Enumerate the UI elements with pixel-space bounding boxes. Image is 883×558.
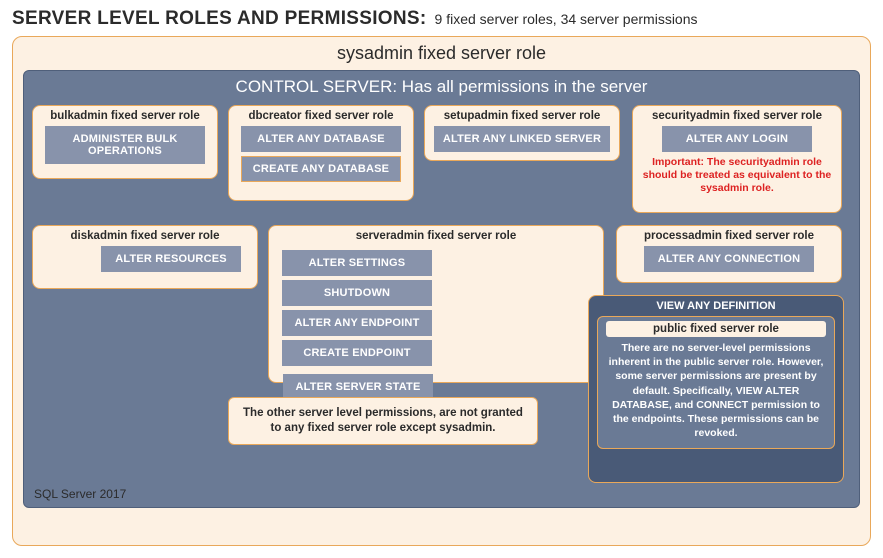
role-diskadmin: diskadmin fixed server role ALTER RESOUR… xyxy=(32,225,258,289)
role-bulkadmin: bulkadmin fixed server role ADMINISTER B… xyxy=(32,105,218,179)
role-securityadmin-title: securityadmin fixed server role xyxy=(641,110,833,122)
view-any-definition-container: VIEW ANY DEFINITION public fixed server … xyxy=(588,295,844,483)
footer-version: SQL Server 2017 xyxy=(34,487,126,501)
role-processadmin-title: processadmin fixed server role xyxy=(625,230,833,242)
perm-alter-any-linked-server: ALTER ANY LINKED SERVER xyxy=(434,126,610,152)
role-setupadmin: setupadmin fixed server role ALTER ANY L… xyxy=(424,105,620,161)
role-dbcreator: dbcreator fixed server role ALTER ANY DA… xyxy=(228,105,414,201)
role-diskadmin-title: diskadmin fixed server role xyxy=(41,230,249,242)
page-title: SERVER LEVEL ROLES AND PERMISSIONS: xyxy=(12,8,427,30)
perm-alter-any-endpoint: ALTER ANY ENDPOINT xyxy=(282,310,432,336)
perm-alter-any-database: ALTER ANY DATABASE xyxy=(241,126,401,152)
perm-shutdown: SHUTDOWN xyxy=(282,280,432,306)
perm-administer-bulk-operations: ADMINISTER BULK OPERATIONS xyxy=(45,126,205,164)
role-public: public fixed server role There are no se… xyxy=(597,316,835,449)
perm-alter-any-login: ALTER ANY LOGIN xyxy=(662,126,812,152)
role-processadmin: processadmin fixed server role ALTER ANY… xyxy=(616,225,842,283)
role-serveradmin-title: serveradmin fixed server role xyxy=(277,230,595,242)
perm-alter-settings: ALTER SETTINGS xyxy=(282,250,432,276)
page-subtitle: 9 fixed server roles, 34 server permissi… xyxy=(435,11,698,27)
perm-alter-any-connection: ALTER ANY CONNECTION xyxy=(644,246,814,272)
sysadmin-role-container: sysadmin fixed server role CONTROL SERVE… xyxy=(12,36,871,546)
sysadmin-title: sysadmin fixed server role xyxy=(23,43,860,64)
role-setupadmin-title: setupadmin fixed server role xyxy=(433,110,611,122)
role-securityadmin: securityadmin fixed server role ALTER AN… xyxy=(632,105,842,213)
view-any-definition-title: VIEW ANY DEFINITION xyxy=(597,300,835,312)
role-serveradmin: serveradmin fixed server role ALTER SETT… xyxy=(268,225,604,383)
securityadmin-warning: Important: The securityadmin role should… xyxy=(641,156,833,195)
control-server-title: CONTROL SERVER: Has all permissions in t… xyxy=(32,77,851,97)
page-header: SERVER LEVEL ROLES AND PERMISSIONS: 9 fi… xyxy=(12,8,871,30)
role-public-title: public fixed server role xyxy=(606,321,826,337)
perm-create-any-database: CREATE ANY DATABASE xyxy=(241,156,401,182)
role-public-text: There are no server-level permissions in… xyxy=(606,341,826,440)
role-dbcreator-title: dbcreator fixed server role xyxy=(237,110,405,122)
perm-alter-resources: ALTER RESOURCES xyxy=(101,246,241,272)
other-permissions-note: The other server level permissions, are … xyxy=(228,397,538,445)
perm-create-endpoint: CREATE ENDPOINT xyxy=(282,340,432,366)
control-server-container: CONTROL SERVER: Has all permissions in t… xyxy=(23,70,860,508)
role-bulkadmin-title: bulkadmin fixed server role xyxy=(41,110,209,122)
